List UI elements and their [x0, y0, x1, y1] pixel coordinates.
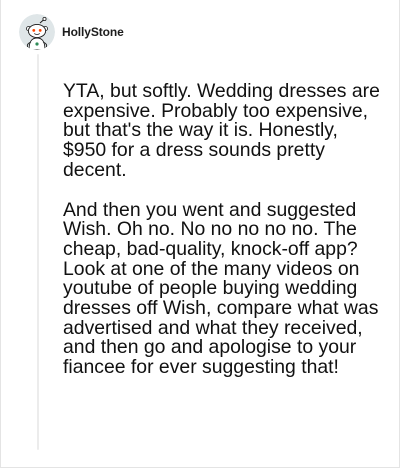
user-avatar[interactable] — [19, 14, 55, 50]
comment-paragraph: YTA, but softly. Wedding dresses are exp… — [63, 80, 380, 181]
reddit-snoo-avatar-icon — [19, 14, 55, 50]
comment-paragraph: And then you went and suggested Wish. Oh… — [63, 198, 379, 379]
comment-card: HollyStone YTA, but softly. Wedding dres… — [0, 0, 400, 468]
comment-body: YTA, but softly. Wedding dresses are exp… — [63, 80, 385, 379]
thread-collapse-line[interactable] — [37, 54, 39, 450]
comment-author-username[interactable]: HollyStone — [62, 25, 124, 39]
comment-header: HollyStone — [19, 14, 124, 50]
